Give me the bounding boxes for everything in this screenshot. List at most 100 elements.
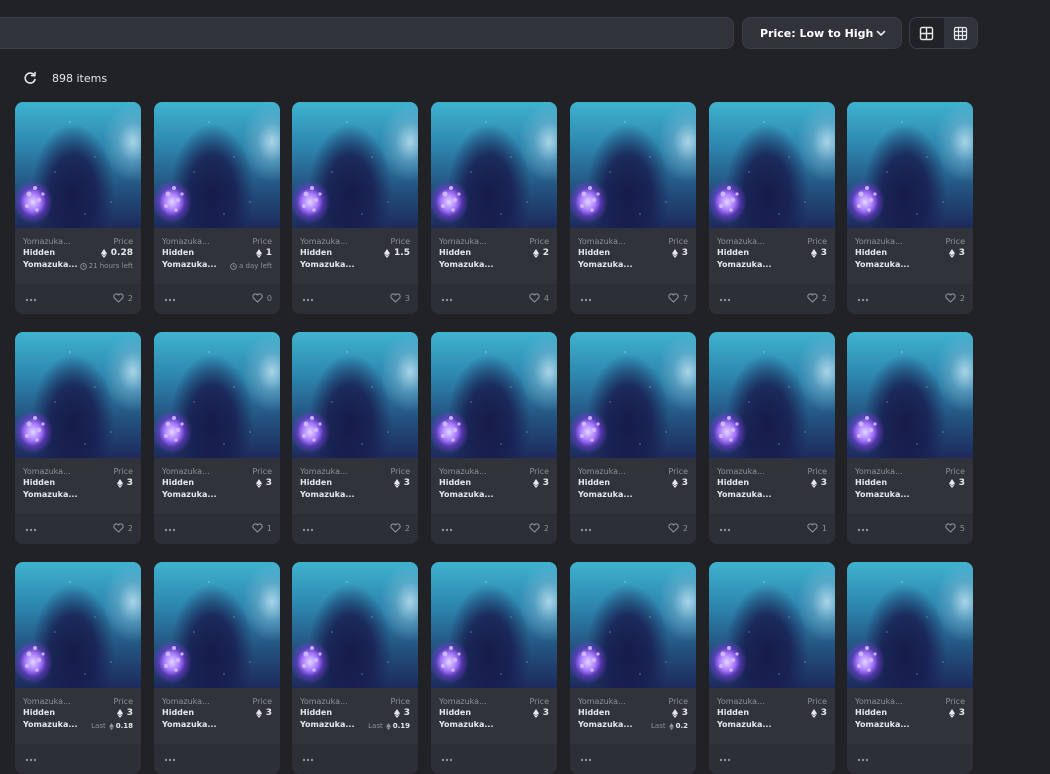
favorite-button[interactable]: 0	[252, 293, 272, 303]
more-options-icon[interactable]	[580, 528, 592, 532]
collection-name[interactable]: Yomazuka...	[162, 237, 210, 246]
collection-name[interactable]: Yomazuka...	[717, 237, 765, 246]
nft-card-9[interactable]: Yomazuka... Hidden Yomazuka... Price 3 1	[154, 332, 280, 544]
more-options-icon[interactable]	[164, 298, 176, 302]
collection-name[interactable]: Yomazuka...	[717, 467, 765, 476]
collection-name[interactable]: Yomazuka...	[300, 467, 348, 476]
favorite-count: 1	[266, 523, 272, 533]
collection-name[interactable]: Yomazuka...	[23, 237, 71, 246]
more-options-icon[interactable]	[580, 758, 592, 762]
price-label: Price	[113, 697, 133, 706]
nft-card-18[interactable]: Yomazuka... Hidden Yomazuka... Price 3	[431, 562, 557, 774]
favorite-button[interactable]: 7	[668, 293, 688, 303]
large-grid-icon	[920, 26, 934, 40]
more-options-icon[interactable]	[857, 758, 869, 762]
favorite-button[interactable]: 2	[529, 523, 549, 533]
card-info: Yomazuka... Hidden Yomazuka... Price 1 a…	[154, 228, 280, 284]
nft-card-16[interactable]: Yomazuka... Hidden Yomazuka... Price 3	[154, 562, 280, 774]
more-options-icon[interactable]	[719, 298, 731, 302]
more-options-icon[interactable]	[302, 758, 314, 762]
favorite-button[interactable]: 4	[529, 293, 549, 303]
favorite-button[interactable]: 2	[390, 523, 410, 533]
collection-name[interactable]: Yomazuka...	[162, 467, 210, 476]
price-label: Price	[529, 237, 549, 246]
favorite-button[interactable]: 3	[390, 293, 410, 303]
collection-name[interactable]: Yomazuka...	[855, 697, 903, 706]
favorite-button[interactable]: 2	[807, 293, 827, 303]
collection-name[interactable]: Yomazuka...	[578, 467, 626, 476]
nft-card-1[interactable]: Yomazuka... Hidden Yomazuka... Price 0.2…	[15, 102, 141, 314]
small-grid-view-button[interactable]	[943, 18, 977, 48]
nft-card-10[interactable]: Yomazuka... Hidden Yomazuka... Price 3 2	[292, 332, 418, 544]
item-name-continued: Yomazuka...	[717, 720, 772, 729]
more-options-icon[interactable]	[719, 758, 731, 762]
nft-card-15[interactable]: Yomazuka... Hidden Yomazuka... Price 3 L…	[15, 562, 141, 774]
more-options-icon[interactable]	[441, 298, 453, 302]
item-name: Hidden	[300, 248, 333, 257]
nft-card-8[interactable]: Yomazuka... Hidden Yomazuka... Price 3 2	[15, 332, 141, 544]
nft-card-11[interactable]: Yomazuka... Hidden Yomazuka... Price 3 2	[431, 332, 557, 544]
collection-name[interactable]: Yomazuka...	[578, 697, 626, 706]
card-info: Yomazuka... Hidden Yomazuka... Price 3	[847, 228, 973, 284]
nft-card-2[interactable]: Yomazuka... Hidden Yomazuka... Price 1 a…	[154, 102, 280, 314]
collection-name[interactable]: Yomazuka...	[23, 697, 71, 706]
search-input[interactable]	[0, 17, 734, 49]
favorite-button[interactable]: 2	[113, 523, 133, 533]
more-options-icon[interactable]	[302, 528, 314, 532]
price-label: Price	[668, 237, 688, 246]
nft-card-17[interactable]: Yomazuka... Hidden Yomazuka... Price 3 L…	[292, 562, 418, 774]
collection-name[interactable]: Yomazuka...	[578, 237, 626, 246]
nft-card-14[interactable]: Yomazuka... Hidden Yomazuka... Price 3 5	[847, 332, 973, 544]
ethereum-icon	[393, 708, 400, 718]
collection-name[interactable]: Yomazuka...	[855, 237, 903, 246]
favorite-button[interactable]: 2	[113, 293, 133, 303]
nft-card-4[interactable]: Yomazuka... Hidden Yomazuka... Price 2 4	[431, 102, 557, 314]
favorite-button[interactable]: 1	[252, 523, 272, 533]
more-options-icon[interactable]	[857, 298, 869, 302]
more-options-icon[interactable]	[25, 528, 37, 532]
collection-name[interactable]: Yomazuka...	[439, 467, 487, 476]
favorite-button[interactable]: 1	[807, 523, 827, 533]
more-options-icon[interactable]	[857, 528, 869, 532]
collection-name[interactable]: Yomazuka...	[300, 237, 348, 246]
nft-card-20[interactable]: Yomazuka... Hidden Yomazuka... Price 3	[709, 562, 835, 774]
favorite-button[interactable]: 2	[668, 523, 688, 533]
more-options-icon[interactable]	[164, 528, 176, 532]
favorite-button[interactable]: 2	[945, 293, 965, 303]
artwork-image	[302, 351, 389, 445]
last-sale-label: Last	[368, 722, 383, 730]
more-options-icon[interactable]	[719, 528, 731, 532]
nft-card-7[interactable]: Yomazuka... Hidden Yomazuka... Price 3 2	[847, 102, 973, 314]
collection-name[interactable]: Yomazuka...	[23, 467, 71, 476]
ethereum-icon	[255, 708, 262, 718]
nft-card-13[interactable]: Yomazuka... Hidden Yomazuka... Price 3 1	[709, 332, 835, 544]
more-options-icon[interactable]	[25, 298, 37, 302]
large-grid-view-button[interactable]	[910, 18, 944, 48]
collection-name[interactable]: Yomazuka...	[717, 697, 765, 706]
nft-card-21[interactable]: Yomazuka... Hidden Yomazuka... Price 3	[847, 562, 973, 774]
item-name-continued: Yomazuka...	[162, 490, 217, 499]
artwork-image	[441, 351, 528, 445]
more-options-icon[interactable]	[441, 528, 453, 532]
nft-card-12[interactable]: Yomazuka... Hidden Yomazuka... Price 3 2	[570, 332, 696, 544]
favorite-button[interactable]: 5	[945, 523, 965, 533]
collection-name[interactable]: Yomazuka...	[300, 697, 348, 706]
nft-card-6[interactable]: Yomazuka... Hidden Yomazuka... Price 3 2	[709, 102, 835, 314]
refresh-icon[interactable]	[22, 70, 38, 86]
collection-name[interactable]: Yomazuka...	[855, 467, 903, 476]
artwork-image	[580, 581, 667, 675]
nft-card-5[interactable]: Yomazuka... Hidden Yomazuka... Price 3 7	[570, 102, 696, 314]
price-label: Price	[668, 467, 688, 476]
sort-label: Price: Low to High	[760, 26, 874, 40]
nft-card-19[interactable]: Yomazuka... Hidden Yomazuka... Price 3 L…	[570, 562, 696, 774]
collection-name[interactable]: Yomazuka...	[439, 697, 487, 706]
more-options-icon[interactable]	[302, 298, 314, 302]
more-options-icon[interactable]	[25, 758, 37, 762]
sort-dropdown[interactable]: Price: Low to High	[742, 17, 902, 49]
collection-name[interactable]: Yomazuka...	[162, 697, 210, 706]
more-options-icon[interactable]	[441, 758, 453, 762]
more-options-icon[interactable]	[580, 298, 592, 302]
collection-name[interactable]: Yomazuka...	[439, 237, 487, 246]
more-options-icon[interactable]	[164, 758, 176, 762]
nft-card-3[interactable]: Yomazuka... Hidden Yomazuka... Price 1.5…	[292, 102, 418, 314]
